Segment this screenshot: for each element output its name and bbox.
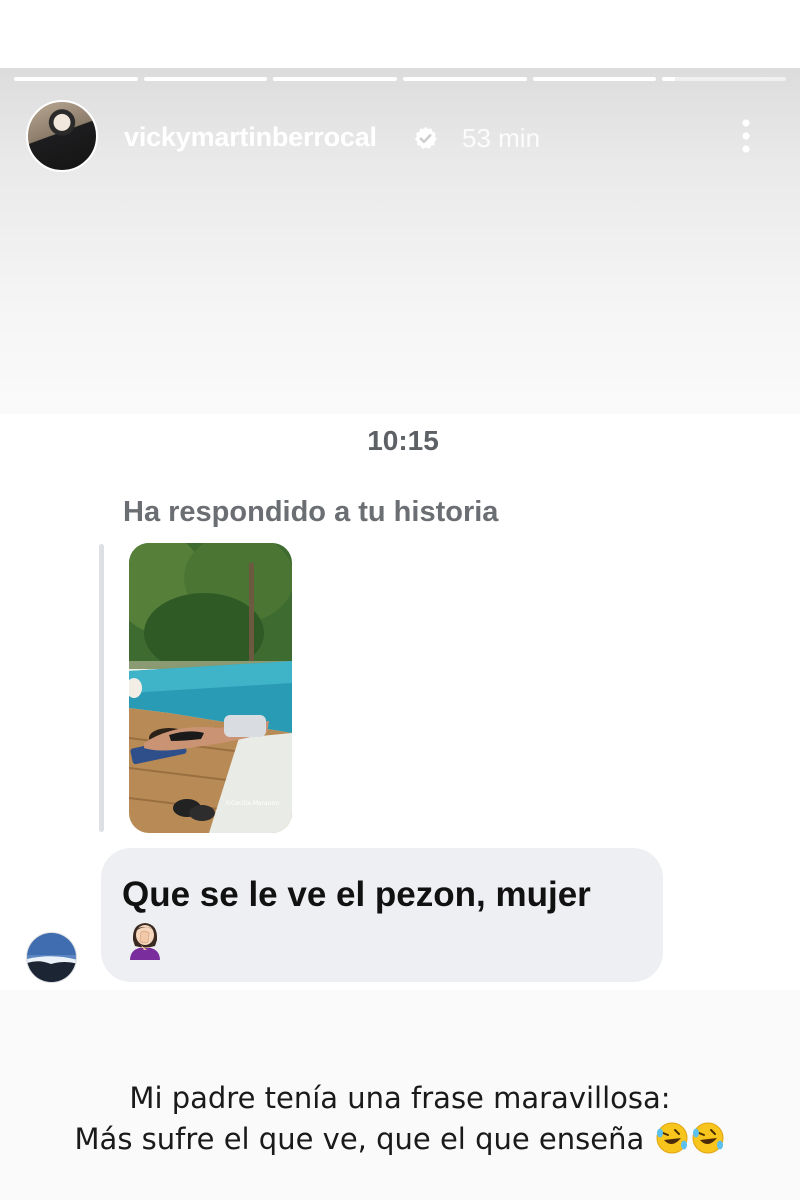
story-time-ago: 53 min <box>462 123 541 153</box>
sender-avatar[interactable] <box>26 932 77 983</box>
caption-line-1: Mi padre tenía una frase maravillosa: <box>129 1081 671 1115</box>
pool-photo-image: ©Cecilia Maranno <box>129 543 292 833</box>
reply-quote-bar <box>99 544 104 832</box>
progress-segment <box>273 77 398 81</box>
profile-avatar[interactable] <box>26 100 98 172</box>
story-caption: Mi padre tenía una frase maravillosa: Má… <box>0 1078 800 1160</box>
message-timestamp: 10:15 <box>367 425 439 456</box>
progress-segment <box>14 77 138 81</box>
verified-badge-icon <box>414 126 437 149</box>
story-header: vickymartinberrocal 53 min <box>0 100 800 174</box>
landscape-avatar-image <box>27 933 76 982</box>
story-reply-label: Ha respondido a tu historia <box>123 496 499 528</box>
progress-segment <box>143 77 268 81</box>
thumbnail-watermark: ©Cecilia Maranno <box>225 800 279 807</box>
message-text: Que se le ve el pezon, mujer <box>122 875 591 914</box>
username[interactable]: vickymartinberrocal <box>124 122 377 153</box>
story-progress-bar <box>14 77 787 81</box>
woman-facepalming-icon <box>130 923 160 960</box>
story-thumbnail[interactable]: ©Cecilia Maranno <box>129 543 292 833</box>
rolling-on-floor-laughing-icon <box>692 1122 724 1154</box>
progress-segment <box>662 77 787 81</box>
caption-line-2: Más sufre el que ve, que el que enseña <box>0 1119 800 1160</box>
more-options-icon[interactable] <box>736 118 756 154</box>
rolling-on-floor-laughing-icon <box>656 1122 688 1154</box>
progress-segment <box>403 77 527 81</box>
progress-segment <box>532 77 657 81</box>
caption-line-2-text: Más sufre el que ve, que el que enseña <box>74 1122 645 1156</box>
